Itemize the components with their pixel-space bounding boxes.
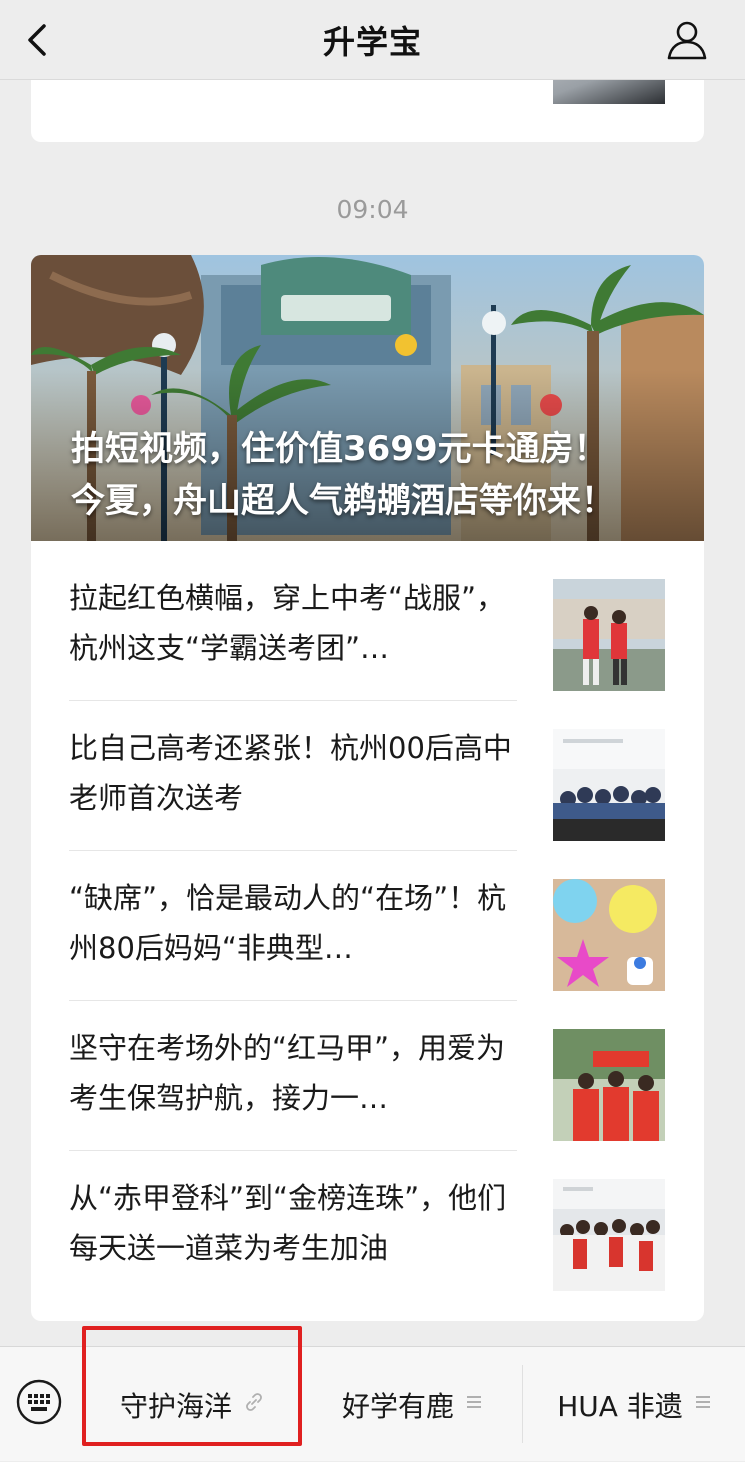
article-thumbnail [553,879,665,991]
menu-lines-icon [466,1392,482,1417]
article-title: 坚守在考场外的“红马甲”，用爱为考生保驾护航，接力一… [69,1031,506,1115]
list-item[interactable]: 从“赤甲登科”到“金榜连珠”，他们每天送一道菜为考生加油 [69,1151,667,1301]
article-thumbnail [553,729,665,841]
link-icon [244,1392,264,1418]
menu-lines-icon [695,1392,711,1417]
menu-item-label: 好学有鹿 [341,1389,454,1423]
person-icon[interactable] [665,18,709,62]
page-title: 升学宝 [322,22,422,61]
chevron-left-icon[interactable] [20,20,60,60]
hero-title: 拍短视频，住价值3699元卡通房！ 今夏，舟山超人气鹈鹕酒店等你来！ [71,423,691,527]
hero-title-line-1: 拍短视频，住价值3699元卡通房！ [71,429,608,469]
article-title: “缺席”，恰是最动人的“在场”！杭州80后妈妈“非典型… [69,881,507,965]
bottom-menu-bar: 守护海洋 好学有鹿 HUA 非遗 [0,1346,745,1461]
menu-item-label: 守护海洋 [119,1389,232,1423]
keyboard-icon[interactable] [16,1379,62,1425]
article-group-card: 拍短视频，住价值3699元卡通房！ 今夏，舟山超人气鹈鹕酒店等你来！ 拉起红色横… [31,255,704,1321]
list-item[interactable]: 拉起红色横幅，穿上中考“战服”，杭州这支“学霸送考团”… [69,551,667,701]
article-title: 拉起红色横幅，穿上中考“战服”，杭州这支“学霸送考团”… [69,581,506,665]
menu-item-label: HUA 非遗 [557,1389,683,1423]
menu-item-hua-heritage[interactable]: HUA 非遗 [523,1347,745,1462]
message-scroll-area[interactable]: 09:04 拍短视频，住价值3699元卡通房！ 今夏，舟山超人气鹈鹕酒店等你来！… [0,80,745,1346]
list-item[interactable]: 坚守在考场外的“红马甲”，用爱为考生保驾护航，接力一… [69,1001,667,1151]
article-thumbnail [553,579,665,691]
navigation-bar: 升学宝 [0,0,745,80]
hero-title-line-2: 今夏，舟山超人气鹈鹕酒店等你来！ [71,481,615,521]
article-thumbnail [553,1029,665,1141]
previous-article-card[interactable] [31,80,704,142]
hero-article[interactable]: 拍短视频，住价值3699元卡通房！ 今夏，舟山超人气鹈鹕酒店等你来！ [31,255,704,541]
previous-article-thumbnail [553,80,665,104]
article-title: 从“赤甲登科”到“金榜连珠”，他们每天送一道菜为考生加油 [69,1181,507,1265]
list-item[interactable]: 比自己高考还紧张！杭州00后高中老师首次送考 [69,701,667,851]
article-title: 比自己高考还紧张！杭州00后高中老师首次送考 [69,731,512,815]
menu-item-haoxue-youlu[interactable]: 好学有鹿 [302,1347,522,1462]
menu-item-protect-ocean[interactable]: 守护海洋 [82,1347,302,1462]
list-item[interactable]: “缺席”，恰是最动人的“在场”！杭州80后妈妈“非典型… [69,851,667,1001]
article-thumbnail [553,1179,665,1291]
message-timestamp: 09:04 [336,195,409,224]
